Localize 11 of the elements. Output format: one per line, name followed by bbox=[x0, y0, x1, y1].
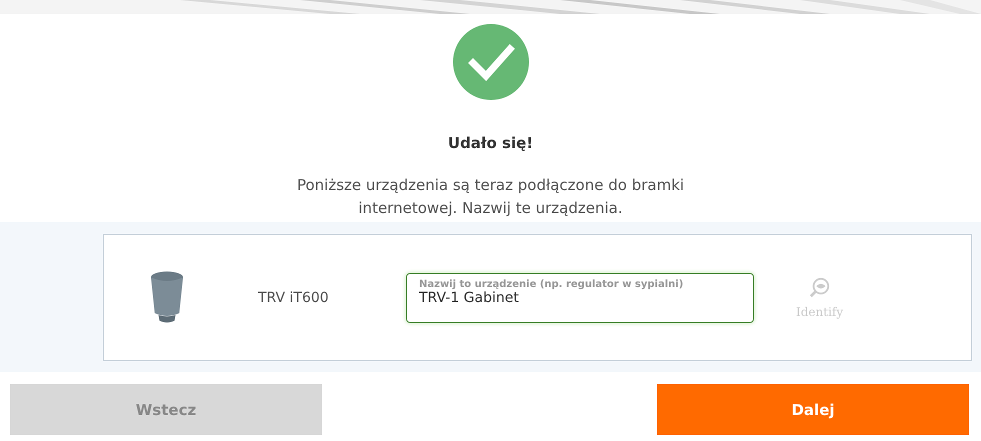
field-label: Nazwij to urządzenie (np. regulator w sypialni) bbox=[419, 278, 684, 290]
input-field[interactable]: TRV-1 Gabinet bbox=[419, 290, 741, 306]
success-message: Poniższe urządzenia są teraz podłączone do bramki internetowej. Nazwij te urządzenia. bbox=[296, 175, 686, 219]
device-name-field[interactable]: Nazwij to urządzenie (np. regulator w sypialni) TRV-1 Gabinet bbox=[406, 272, 754, 322]
magnifier-eye-icon bbox=[808, 276, 831, 298]
next-button[interactable]: Dalej bbox=[657, 384, 969, 435]
back-button[interactable]: Wstecz bbox=[10, 384, 322, 435]
device-model: TRV iT600 bbox=[258, 290, 330, 306]
success-check-icon bbox=[452, 24, 528, 100]
success-title: Udało się! bbox=[448, 134, 534, 152]
radiator-valve-icon bbox=[150, 270, 184, 324]
